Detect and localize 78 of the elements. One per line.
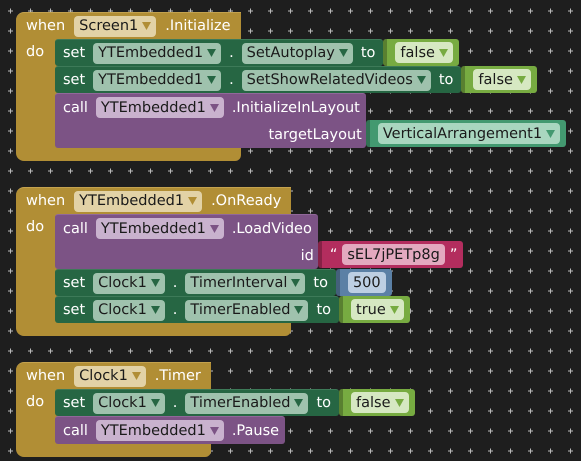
component-dropdown[interactable]: VerticalArrangement1 xyxy=(378,123,560,144)
dropdown-arrow-icon xyxy=(294,306,304,314)
number-field[interactable]: 500 xyxy=(348,272,386,293)
block-keyword: do xyxy=(25,218,46,237)
event-name-label: .Timer xyxy=(154,368,201,384)
component-dropdown[interactable]: Clock1 xyxy=(93,392,165,414)
component-dropdown[interactable]: YTEmbedded1 xyxy=(93,42,222,64)
block-keyword: set xyxy=(63,275,86,291)
dot-label: . xyxy=(172,395,178,411)
method-name-label: .InitializeInLayout xyxy=(232,100,360,116)
component-dropdown[interactable]: YTEmbedded1 xyxy=(96,97,224,118)
block-keyword: do xyxy=(25,43,46,62)
quote-mark: ” xyxy=(450,246,458,262)
component-dropdown[interactable]: Clock1 xyxy=(93,300,165,320)
parameter-label: id xyxy=(300,248,314,264)
block-keyword: set xyxy=(63,302,86,318)
event-name-label: .OnReady xyxy=(211,193,282,209)
dropdown-arrow-icon xyxy=(338,49,348,57)
block-keyword: call xyxy=(63,422,88,438)
boolean-dropdown[interactable]: true xyxy=(351,299,404,320)
dropdown-arrow-icon xyxy=(416,76,426,84)
dropdown-arrow-icon xyxy=(150,306,160,314)
block-keyword: call xyxy=(63,220,88,236)
dropdown-arrow-icon xyxy=(210,426,219,434)
dropdown-arrow-icon xyxy=(516,76,526,84)
block-keyword: set xyxy=(63,72,86,88)
component-dropdown[interactable]: YTEmbedded1 xyxy=(74,190,202,212)
dropdown-arrow-icon xyxy=(207,49,216,57)
component-dropdown[interactable]: YTEmbedded1 xyxy=(93,70,222,90)
property-dropdown[interactable]: TimerEnabled xyxy=(185,300,308,320)
dropdown-arrow-icon xyxy=(291,279,300,287)
dot-label: . xyxy=(229,72,234,88)
quote-mark: “ xyxy=(330,246,338,262)
block-keyword: set xyxy=(63,395,86,411)
parameter-label: targetLayout xyxy=(268,126,362,142)
block-keyword: when xyxy=(26,193,66,209)
text-field[interactable]: sEL7jPETp8g xyxy=(342,244,445,265)
component-dropdown[interactable]: YTEmbedded1 xyxy=(96,420,224,441)
block-keyword: to xyxy=(438,72,454,88)
property-dropdown[interactable]: SetAutoplay xyxy=(242,42,353,64)
boolean-dropdown[interactable]: false xyxy=(351,392,409,413)
dropdown-arrow-icon xyxy=(150,399,160,407)
dropdown-arrow-icon xyxy=(150,279,160,287)
property-dropdown[interactable]: TimerInterval xyxy=(185,272,306,294)
dropdown-arrow-icon xyxy=(390,306,399,314)
dot-label: . xyxy=(172,302,178,318)
dropdown-arrow-icon xyxy=(188,197,198,205)
event-name-label: .Initialize xyxy=(165,18,231,34)
dropdown-arrow-icon xyxy=(294,399,304,407)
dropdown-arrow-icon xyxy=(438,48,448,56)
block-keyword: when xyxy=(26,368,66,384)
dropdown-arrow-icon xyxy=(394,398,404,406)
boolean-dropdown[interactable]: false xyxy=(473,69,531,90)
block-keyword: to xyxy=(313,275,328,291)
dropdown-arrow-icon xyxy=(546,130,556,138)
block-keyword: do xyxy=(25,393,46,412)
dropdown-arrow-icon xyxy=(142,22,152,30)
block-keyword: set xyxy=(63,45,86,61)
property-dropdown[interactable]: SetShowRelatedVideos xyxy=(242,70,431,90)
method-name-label: .Pause xyxy=(232,422,280,438)
boolean-dropdown[interactable]: false xyxy=(395,42,453,63)
component-dropdown[interactable]: Clock1 xyxy=(74,366,146,386)
dropdown-arrow-icon xyxy=(210,224,219,232)
property-dropdown[interactable]: TimerEnabled xyxy=(185,392,308,414)
block-keyword: to xyxy=(360,45,376,61)
block-keyword: to xyxy=(316,302,332,318)
block-keyword: when xyxy=(26,18,66,34)
dot-label: . xyxy=(229,45,234,61)
block-keyword: to xyxy=(316,395,332,411)
component-dropdown[interactable]: Screen1 xyxy=(74,16,156,36)
dropdown-arrow-icon xyxy=(210,104,219,112)
component-dropdown[interactable]: YTEmbedded1 xyxy=(96,218,224,239)
component-dropdown[interactable]: Clock1 xyxy=(93,272,165,294)
block-keyword: call xyxy=(63,100,88,116)
method-name-label: .LoadVideo xyxy=(232,220,312,236)
dot-label: . xyxy=(172,275,178,291)
dropdown-arrow-icon xyxy=(132,372,141,380)
dropdown-arrow-icon xyxy=(207,76,216,84)
